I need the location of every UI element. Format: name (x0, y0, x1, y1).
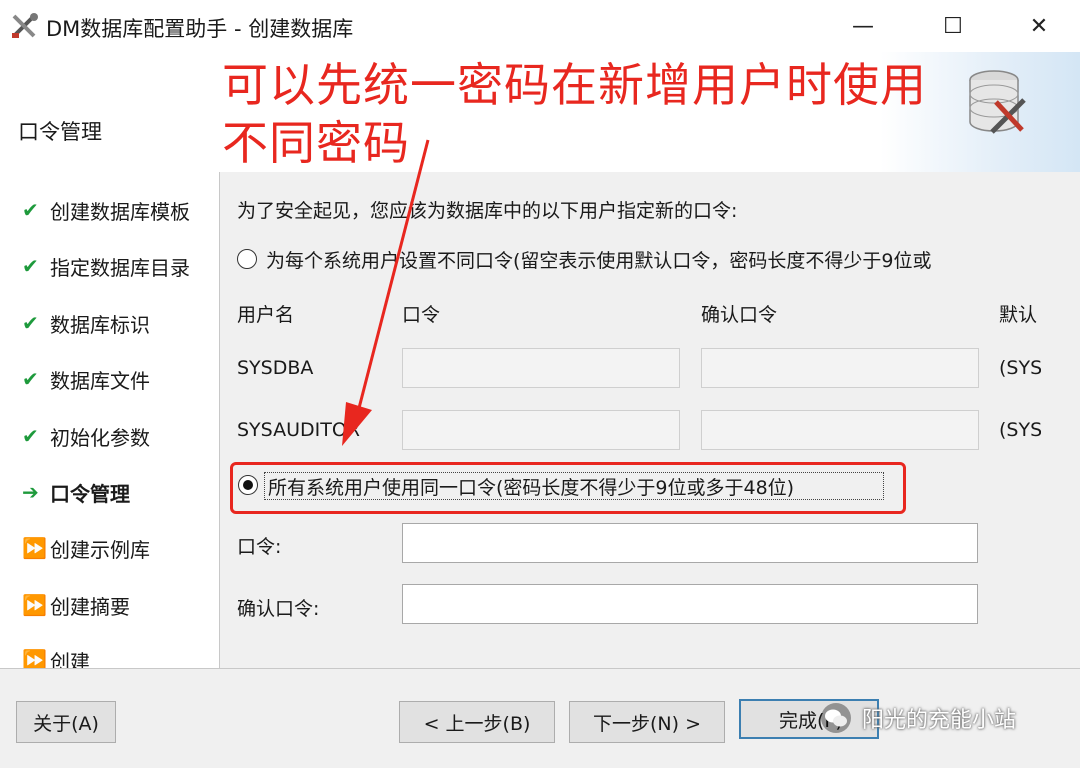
tools-icon (12, 13, 38, 38)
column-default: 默认 (999, 304, 1038, 326)
option-same-label[interactable]: 所有系统用户使用同一口令(密码长度不得少于9位或多于48位) (268, 473, 794, 500)
steps-sidebar: ✔ 创建数据库模板 ✔ 指定数据库目录 ✔ 数据库标识 ✔ 数据库文件 ✔ 初始… (0, 172, 220, 674)
radio-same-password[interactable] (238, 475, 258, 495)
step-create-template: ✔ 创建数据库模板 (22, 190, 190, 230)
check-icon: ✔ (22, 198, 39, 222)
arrow-right-icon: ➔ (22, 480, 39, 504)
common-confirm-input[interactable] (402, 584, 978, 624)
user-name-sysdba: SYSDBA (237, 357, 314, 379)
annotation-line-1: 可以先统一密码在新增用户时使用 (222, 58, 927, 112)
about-button[interactable]: 关于(A) (16, 701, 116, 743)
step-label: 数据库标识 (50, 312, 150, 337)
check-icon: ✔ (22, 424, 39, 448)
step-label: 创建数据库模板 (50, 199, 190, 224)
step-label: 数据库文件 (50, 368, 150, 393)
step-init-params: ✔ 初始化参数 (22, 416, 150, 456)
watermark-text: 阳光的充能小站 (862, 708, 1017, 733)
main-panel: 为了安全起见，您应该为数据库中的以下用户指定新的口令: 为每个系统用户设置不同口… (220, 172, 1080, 668)
step-label: 创建示例库 (50, 537, 150, 562)
intro-text: 为了安全起见，您应该为数据库中的以下用户指定新的口令: (237, 200, 738, 222)
radio-separate-passwords[interactable] (237, 249, 257, 269)
step-create-sample: ⏩ 创建示例库 (22, 528, 150, 568)
step-label: 指定数据库目录 (50, 255, 190, 280)
next-button[interactable]: 下一步(N) > (569, 701, 725, 743)
column-username: 用户名 (237, 304, 295, 326)
password-label: 口令: (237, 536, 282, 558)
close-button[interactable]: ✕ (1016, 8, 1062, 44)
step-password-mgmt: ➔ 口令管理 (22, 472, 130, 512)
step-summary: ⏩ 创建摘要 (22, 585, 130, 625)
step-label: 初始化参数 (50, 425, 150, 450)
sysdba-default: (SYS (999, 357, 1041, 379)
confirm-label: 确认口令: (237, 598, 320, 620)
maximize-button[interactable]: ☐ (930, 8, 976, 44)
step-label: 创建摘要 (50, 594, 130, 619)
sysdba-confirm-field[interactable] (701, 348, 979, 388)
sysauditor-password-field[interactable] (402, 410, 680, 450)
check-icon: ✔ (22, 311, 39, 335)
check-icon: ✔ (22, 367, 39, 391)
step-db-files: ✔ 数据库文件 (22, 359, 150, 399)
sysdba-password-field[interactable] (402, 348, 680, 388)
check-icon: ✔ (22, 254, 39, 278)
column-password: 口令 (402, 304, 441, 326)
common-password-input[interactable] (402, 523, 978, 563)
option-separate-label[interactable]: 为每个系统用户设置不同口令(留空表示使用默认口令，密码长度不得少于9位或 (266, 246, 1040, 273)
step-db-identity: ✔ 数据库标识 (22, 303, 150, 343)
user-name-sysauditor: SYSAUDITOR (237, 419, 360, 441)
step-db-directory: ✔ 指定数据库目录 (22, 246, 190, 286)
title-bar: DM数据库配置助手 - 创建数据库 — ☐ ✕ (0, 0, 1080, 52)
wechat-icon (821, 703, 851, 733)
sysauditor-confirm-field[interactable] (701, 410, 979, 450)
minimize-button[interactable]: — (840, 8, 886, 44)
fast-forward-icon: ⏩ (22, 593, 47, 617)
sysauditor-default: (SYS (999, 419, 1041, 441)
annotation-text: 可以先统一密码在新增用户时使用 不同密码 (222, 56, 982, 172)
window-title: DM数据库配置助手 - 创建数据库 (46, 17, 354, 41)
watermark: 阳光的充能小站 (820, 696, 1016, 740)
annotation-line-2: 不同密码 (222, 116, 410, 170)
prev-button[interactable]: < 上一步(B) (399, 701, 555, 743)
step-label: 口令管理 (50, 481, 130, 506)
column-confirm: 确认口令 (701, 304, 778, 326)
fast-forward-icon: ⏩ (22, 536, 47, 560)
page-title: 口令管理 (18, 120, 102, 144)
